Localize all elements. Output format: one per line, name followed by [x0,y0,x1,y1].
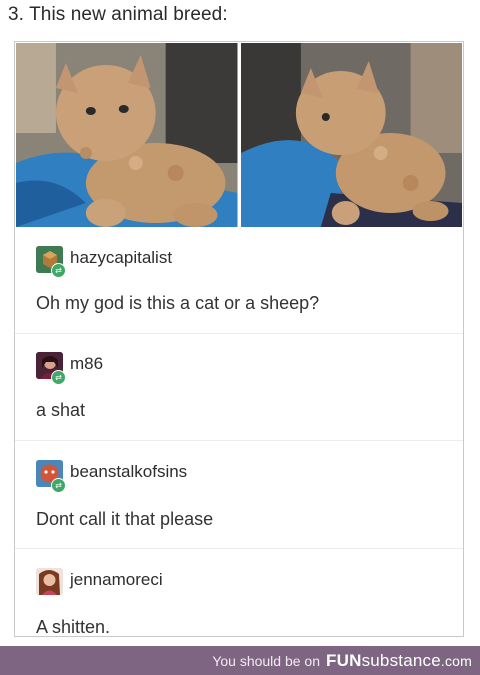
post-text: a shat [36,400,86,420]
username[interactable]: jennamoreci [70,570,163,590]
watermark-bar: You should be on FUNsubstance.com [0,646,480,675]
watermark-text: You should be on [212,653,321,669]
reblog-entry: ⇄ hazycapitalist Oh my god is this a cat… [15,227,463,333]
kitten-photo-right[interactable] [240,43,462,227]
reblog-entry: ⇄ beanstalkofsins Dont call it that plea… [15,440,463,549]
username[interactable]: m86 [70,354,103,374]
username[interactable]: beanstalkofsins [70,462,187,482]
funsubstance-logo: FUNsubstance.com [326,651,472,671]
logo-bold: FUN [326,651,362,670]
username[interactable]: hazycapitalist [70,248,172,268]
post-text: Dont call it that please [36,509,214,529]
kitten-photo-left[interactable] [16,43,238,227]
photo-set [16,43,462,227]
page-title: 3. This new animal breed: [8,4,228,25]
avatar[interactable] [36,568,63,595]
tumblr-post-card: ⇄ hazycapitalist Oh my god is this a cat… [14,41,464,637]
reblog-entry: jennamoreci A shitten. [15,548,463,637]
post-text: A shitten. [36,617,111,637]
reblog-icon: ⇄ [51,478,66,493]
reblog-entry: ⇄ m86 a shat [15,333,463,441]
reblog-icon: ⇄ [51,263,66,278]
logo-domain: .com [440,653,472,669]
reblog-icon: ⇄ [51,370,66,385]
post-text: Oh my god is this a cat or a sheep? [36,293,320,313]
logo-light: substance [361,651,441,670]
